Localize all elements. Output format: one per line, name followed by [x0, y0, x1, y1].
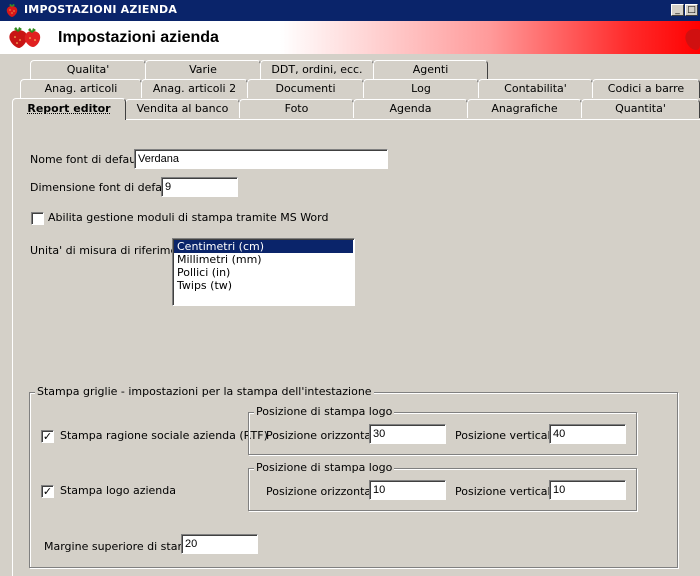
horizontal-position-label-2: Posizione orizzontale: [266, 485, 381, 498]
tab-varie[interactable]: Varie: [145, 60, 261, 79]
page-title: Impostazioni azienda: [58, 29, 219, 46]
top-margin-label: Margine superiore di stampa: [44, 540, 202, 553]
vertical-position-input-2[interactable]: [549, 480, 626, 500]
tab-log[interactable]: Log: [363, 79, 479, 98]
units-label: Unita' di misura di riferimento: [30, 244, 196, 257]
vertical-position-label-1: Posizione verticale: [455, 429, 558, 442]
font-size-input[interactable]: [161, 177, 238, 197]
print-settings-legend: Stampa griglie - impostazioni per la sta…: [35, 385, 374, 398]
font-name-input[interactable]: [134, 149, 388, 169]
tab-report-editor[interactable]: Report editor: [12, 98, 126, 120]
tab-agenti[interactable]: Agenti: [373, 60, 488, 79]
ragione-sociale-checkbox[interactable]: ✓: [41, 430, 54, 443]
word-checkbox-label: Abilita gestione moduli di stampa tramit…: [48, 211, 329, 224]
tab-quantita[interactable]: Quantita': [581, 99, 700, 118]
strawberry-icon: [685, 29, 700, 50]
window-title: IMPOSTAZIONI AZIENDA: [24, 3, 178, 16]
tab-anag-articoli[interactable]: Anag. articoli: [20, 79, 142, 98]
horizontal-position-label-1: Posizione orizzontale: [266, 429, 381, 442]
minimize-button[interactable]: _: [671, 4, 684, 16]
units-option-tw[interactable]: Twips (tw): [174, 279, 353, 292]
title-bar: IMPOSTAZIONI AZIENDA _ □: [0, 0, 700, 21]
font-size-label: Dimensione font di default: [30, 181, 177, 194]
vertical-position-input-1[interactable]: [549, 424, 626, 444]
header-banner: Impostazioni azienda: [0, 21, 700, 54]
tab-report-editor-label: Report editor: [27, 102, 111, 115]
word-checkbox[interactable]: [31, 212, 44, 225]
ragione-sociale-label: Stampa ragione sociale azienda (RTF): [60, 429, 268, 442]
tab-foto[interactable]: Foto: [239, 99, 354, 118]
strawberry-icon: [6, 4, 18, 17]
tab-anag-articoli-2[interactable]: Anag. articoli 2: [141, 79, 248, 98]
tab-vendita-al-banco[interactable]: Vendita al banco: [125, 99, 240, 118]
vertical-position-label-2: Posizione verticale: [455, 485, 558, 498]
check-icon: ✓: [42, 430, 53, 443]
logo-position-legend-2: Posizione di stampa logo: [254, 461, 395, 474]
horizontal-position-input-1[interactable]: [369, 424, 446, 444]
top-margin-input[interactable]: [181, 534, 258, 554]
maximize-button[interactable]: □: [685, 4, 698, 16]
tab-qualita[interactable]: Qualita': [30, 60, 146, 79]
check-icon: ✓: [42, 485, 53, 498]
tab-panel-report-editor: Nome font di default Dimensione font di …: [12, 119, 700, 576]
units-option-in[interactable]: Pollici (in): [174, 266, 353, 279]
logo-checkbox[interactable]: ✓: [41, 485, 54, 498]
units-option-cm[interactable]: Centimetri (cm): [174, 240, 353, 253]
font-name-label: Nome font di default: [30, 153, 144, 166]
tab-anagrafiche[interactable]: Anagrafiche: [467, 99, 582, 118]
logo-position-legend-1: Posizione di stampa logo: [254, 405, 395, 418]
tab-contabilita[interactable]: Contabilita': [478, 79, 593, 98]
tab-agenda[interactable]: Agenda: [353, 99, 468, 118]
tab-codici-a-barre[interactable]: Codici a barre: [592, 79, 700, 98]
strawberries-icon: [9, 27, 41, 48]
tab-ddt-ordini[interactable]: DDT, ordini, ecc.: [260, 60, 374, 79]
tab-documenti[interactable]: Documenti: [247, 79, 364, 98]
logo-label: Stampa logo azienda: [60, 484, 176, 497]
units-listbox[interactable]: Centimetri (cm) Millimetri (mm) Pollici …: [172, 238, 355, 306]
horizontal-position-input-2[interactable]: [369, 480, 446, 500]
units-option-mm[interactable]: Millimetri (mm): [174, 253, 353, 266]
